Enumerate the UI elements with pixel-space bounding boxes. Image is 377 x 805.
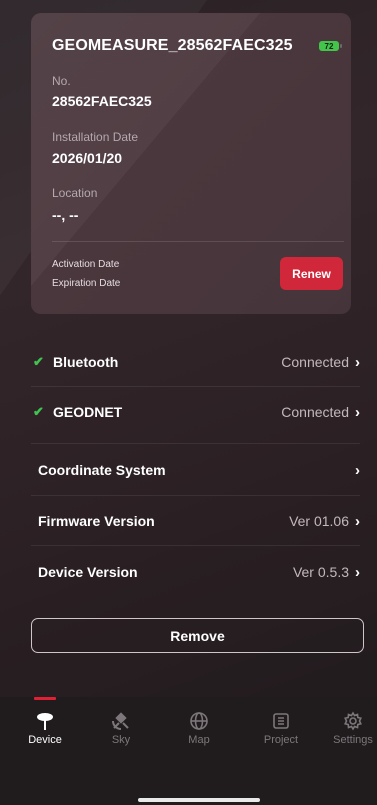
renew-button[interactable]: Renew [280,257,343,290]
location-label: Location [52,186,98,200]
row-label: Coordinate System [38,462,166,478]
battery-tip [340,44,342,48]
check-icon: ✔ [33,354,44,369]
row-label: Device Version [38,564,138,580]
tab-device[interactable]: Device [15,710,75,746]
chevron-right-icon: › [355,461,360,479]
home-indicator [138,798,260,802]
row-status: Connected [281,404,349,420]
globe-icon [169,710,229,732]
row-label: Bluetooth [53,354,119,370]
check-icon: ✔ [33,404,44,419]
row-status: Ver 01.06 [289,513,349,529]
row-geodnet[interactable]: ✔ GEODNET Connected › [31,383,360,441]
tab-label: Device [28,734,62,746]
tab-label: Sky [111,734,131,746]
activation-date-label: Activation Date [52,259,120,270]
chevron-right-icon: › [355,403,360,421]
tab-sky[interactable]: Sky [91,710,151,746]
row-device-version[interactable]: Device Version Ver 0.5.3 › [31,543,360,601]
device-title: GEOMEASURE_28562FAEC325 [52,37,293,54]
device-icon [15,710,75,732]
row-status: Connected [281,354,349,370]
serial-value: 28562FAEC325 [52,93,152,109]
row-status: Ver 0.5.3 [292,564,349,580]
card-divider [52,241,344,242]
satellite-icon [91,710,151,732]
tab-label: Map [188,734,210,746]
install-date-value: 2026/01/20 [52,150,123,166]
remove-button[interactable]: Remove [31,618,364,653]
location-value: --, -- [52,207,79,223]
chevron-right-icon: › [355,512,360,530]
row-coordinate-system[interactable]: Coordinate System › [31,441,360,499]
tab-label: Settings [333,734,373,746]
tab-project[interactable]: Project [251,710,311,746]
tab-map[interactable]: Map [169,710,229,746]
install-date-label: Installation Date [52,130,139,144]
chevron-right-icon: › [355,353,360,371]
gear-icon [323,710,377,732]
serial-label: No. [52,74,71,88]
row-firmware-version[interactable]: Firmware Version Ver 01.06 › [31,492,360,550]
device-card: GEOMEASURE_28562FAEC325 72 No. 28562FAEC… [31,13,351,314]
row-label: GEODNET [53,404,123,420]
active-tab-indicator [34,697,56,700]
row-label: Firmware Version [38,513,155,529]
battery-icon: 72 [319,41,339,51]
chevron-right-icon: › [355,563,360,581]
tab-label: Project [263,734,299,746]
project-icon [251,710,311,732]
expiration-date-label: Expiration Date [52,278,121,289]
tab-settings[interactable]: Settings [323,710,377,746]
